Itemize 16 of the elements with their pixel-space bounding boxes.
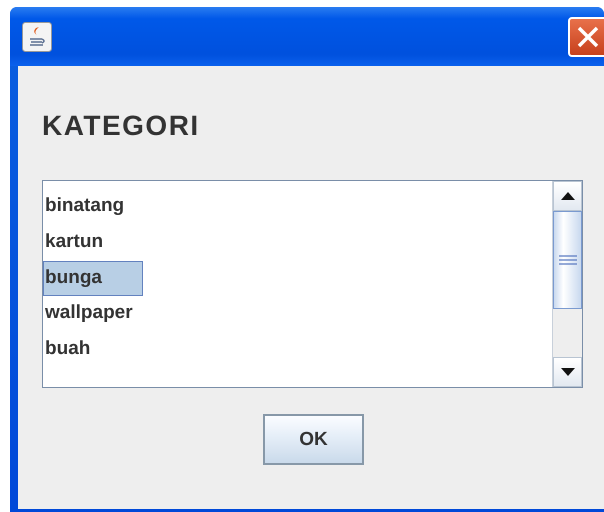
list-item[interactable]: bunga bbox=[43, 261, 143, 296]
up-arrow-icon bbox=[560, 192, 574, 200]
close-icon bbox=[576, 24, 600, 48]
list-item[interactable]: kartun bbox=[43, 225, 112, 261]
scroll-thumb[interactable] bbox=[553, 211, 582, 309]
scroll-up-button[interactable] bbox=[553, 181, 582, 211]
close-button[interactable] bbox=[568, 16, 604, 56]
coffee-cup-icon bbox=[22, 22, 52, 52]
down-arrow-icon bbox=[560, 368, 574, 376]
list-item[interactable]: buah bbox=[43, 332, 100, 368]
ok-button[interactable]: OK bbox=[263, 414, 364, 465]
grip-icon bbox=[558, 255, 576, 265]
scroll-down-button[interactable] bbox=[553, 357, 582, 387]
heading: KATEGORI bbox=[42, 110, 201, 142]
list-item[interactable]: binatang bbox=[43, 189, 134, 225]
list-item[interactable]: wallpaper bbox=[43, 296, 142, 332]
